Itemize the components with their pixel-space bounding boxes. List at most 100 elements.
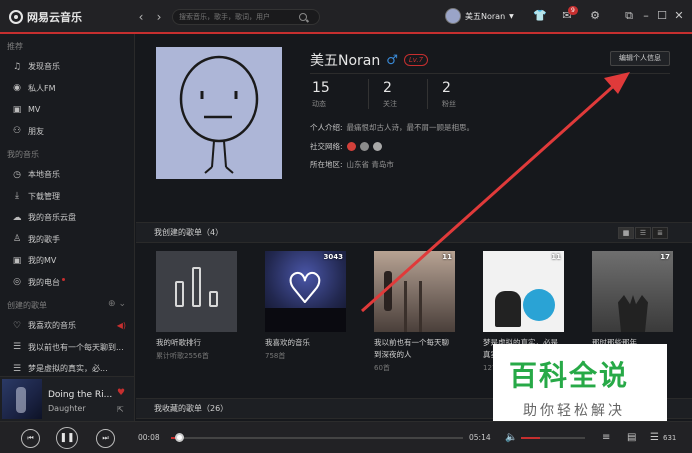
- volume-icon[interactable]: 🔈: [505, 432, 517, 443]
- weibo-icon[interactable]: [346, 142, 356, 151]
- profile-stats: 15 动态 2 关注 2 粉丝: [310, 79, 487, 109]
- previous-icon[interactable]: ⏮: [21, 429, 40, 448]
- douban-icon[interactable]: [359, 142, 369, 151]
- total-time: 05:14: [469, 433, 491, 442]
- user-menu[interactable]: 美五Noran ▼: [445, 8, 514, 24]
- sidebar-item-mv[interactable]: ▣ MV: [0, 99, 134, 121]
- sidebar-item-local-music[interactable]: ◷ 本地音乐: [0, 164, 134, 186]
- profile-name-row: 美五Noran ♂ Lv.7: [310, 50, 429, 70]
- playlist-cover[interactable]: 11: [483, 251, 564, 332]
- share-icon[interactable]: ⇱: [117, 405, 124, 414]
- created-playlists-header: 我创建的歌单（4） ▦ ☰ ≣: [136, 222, 692, 243]
- playlist-card[interactable]: ♥ 3043 我喜欢的音乐 758首: [265, 251, 346, 373]
- stat-label: 动态: [312, 100, 326, 108]
- sidebar-item-liked[interactable]: ♡ 我喜欢的音乐 ◀): [0, 315, 134, 337]
- friends-icon: ⚇: [12, 126, 22, 137]
- skin-icon[interactable]: 👕: [533, 10, 547, 22]
- sidebar-item-playlist[interactable]: ☰ 梦是虚拟的真实，必...: [0, 358, 134, 376]
- sidebar-item-playlist[interactable]: ☰ 我以前也有一个每天聊到...: [0, 337, 134, 359]
- playlist-card[interactable]: 11 我以前也有一个每天聊到深夜的人 60首: [374, 251, 455, 373]
- music-note-icon: ♫: [12, 61, 22, 72]
- sidebar-item-my-mv[interactable]: ▣ 我的MV: [0, 250, 134, 272]
- playlist-title[interactable]: 我以前也有一个每天聊到深夜的人: [374, 337, 455, 361]
- download-icon: ⤓: [15, 191, 19, 202]
- mini-mode-icon[interactable]: ⧉: [623, 10, 635, 22]
- sidebar-item-singers[interactable]: ♙ 我的歌手: [0, 229, 134, 251]
- view-toggle: ▦ ☰ ≣: [618, 227, 668, 239]
- stat-following[interactable]: 2 关注: [369, 79, 428, 109]
- sidebar-item-discover[interactable]: ♫ 发现音乐: [0, 56, 134, 78]
- current-time: 00:08: [138, 433, 160, 442]
- now-playing-title[interactable]: Doing the Ri...: [48, 390, 112, 400]
- play-count: 17: [660, 253, 670, 261]
- region-line: 所在地区: 山东省 青岛市: [310, 159, 394, 170]
- sidebar-item-label: MV: [28, 105, 41, 115]
- lyrics-icon[interactable]: ▤: [627, 432, 636, 443]
- throne-silhouette: [618, 295, 648, 332]
- album-cover[interactable]: [2, 379, 42, 419]
- progress-knob[interactable]: [174, 433, 184, 442]
- playlist-count[interactable]: 631: [663, 434, 676, 442]
- playlist-cover[interactable]: 17: [592, 251, 673, 332]
- grid-view-icon[interactable]: ▦: [618, 227, 634, 239]
- volume-slider[interactable]: [521, 437, 585, 439]
- playlist-cover[interactable]: 11: [374, 251, 455, 332]
- playlist-cover[interactable]: ♥ 3043: [265, 251, 346, 332]
- section-title: 我收藏的歌单（26）: [154, 404, 229, 413]
- maximize-icon[interactable]: ☐: [656, 10, 668, 22]
- sidebar-item-label: 私人FM: [28, 83, 56, 93]
- region-label: 所在地区:: [310, 160, 343, 169]
- now-playing-panel[interactable]: Doing the Ri... Daughter ♥ ⇱: [0, 376, 135, 421]
- profile-avatar[interactable]: [156, 47, 282, 179]
- section-title-recommend: 推荐: [7, 42, 23, 51]
- cloud-icon: ☁: [12, 212, 22, 223]
- sidebar-item-downloads[interactable]: ⤓ 下载管理: [0, 186, 134, 208]
- search-box[interactable]: [172, 9, 320, 25]
- next-icon[interactable]: ⏭: [96, 429, 115, 448]
- sidebar-item-label: 梦是虚拟的真实，必...: [28, 364, 108, 374]
- section-title: 我创建的歌单（4）: [154, 228, 224, 237]
- social-line: 社交网络:: [310, 141, 382, 152]
- title-bar: 网易云音乐 ‹ › 美五Noran ▼ 👕 ✉ 9 ⚙ ⧉ – ☐ ✕: [0, 0, 692, 34]
- pause-icon[interactable]: ❚❚: [56, 427, 78, 449]
- app-logo[interactable]: 网易云音乐: [9, 9, 82, 25]
- level-badge[interactable]: Lv.7: [403, 54, 429, 66]
- search-icon[interactable]: [299, 13, 307, 21]
- search-input[interactable]: [179, 13, 299, 21]
- minimize-icon[interactable]: –: [640, 10, 652, 22]
- gear-icon[interactable]: ⚙: [589, 10, 601, 22]
- avatar[interactable]: [445, 8, 461, 24]
- stat-value: 2: [442, 80, 451, 96]
- stat-followers[interactable]: 2 粉丝: [428, 79, 487, 109]
- watermark: 百科全说 助你轻松解决: [493, 344, 667, 426]
- sidebar-item-my-radio[interactable]: ◎ 我的电台: [0, 272, 134, 294]
- progress-bar[interactable]: [171, 437, 463, 439]
- playlist-cover[interactable]: [156, 251, 237, 332]
- add-playlist-icon[interactable]: ⊕ ⌄: [108, 299, 126, 309]
- detail-view-icon[interactable]: ≣: [652, 227, 668, 239]
- forward-arrow-icon[interactable]: ›: [152, 10, 166, 24]
- sidebar-item-label: 我的音乐云盘: [28, 213, 76, 223]
- close-icon[interactable]: ✕: [673, 10, 685, 22]
- chevron-down-icon[interactable]: ▼: [509, 13, 514, 20]
- username[interactable]: 美五Noran: [465, 11, 505, 22]
- playlist-card[interactable]: 我的听歌排行 累计听歌2556首: [156, 251, 237, 373]
- play-mode-icon[interactable]: ≡: [602, 432, 610, 443]
- stat-events[interactable]: 15 动态: [310, 79, 369, 109]
- doodle-face-image: [179, 55, 259, 174]
- intro-line: 个人介绍: 最痛恨却古人诗，最不屑一顾是相思。: [310, 122, 474, 133]
- sidebar-item-fm[interactable]: ◉ 私人FM: [0, 78, 134, 100]
- list-view-icon[interactable]: ☰: [635, 227, 651, 239]
- now-playing-artist[interactable]: Daughter: [48, 404, 86, 413]
- like-heart-icon[interactable]: ♥: [117, 388, 125, 398]
- sidebar-item-cloud[interactable]: ☁ 我的音乐云盘: [0, 207, 134, 229]
- playlist-icon[interactable]: ☰: [650, 432, 659, 443]
- sidebar-item-friends[interactable]: ⚇ 朋友: [0, 121, 134, 143]
- sidebar-item-label: 发现音乐: [28, 62, 60, 72]
- playlist-subtitle: 758首: [265, 352, 286, 360]
- playlist-title[interactable]: 我喜欢的音乐: [265, 337, 346, 349]
- edit-profile-button[interactable]: 编辑个人信息: [610, 51, 670, 66]
- back-arrow-icon[interactable]: ‹: [134, 10, 148, 24]
- playlist-title[interactable]: 我的听歌排行: [156, 337, 237, 349]
- renren-icon[interactable]: [372, 142, 382, 151]
